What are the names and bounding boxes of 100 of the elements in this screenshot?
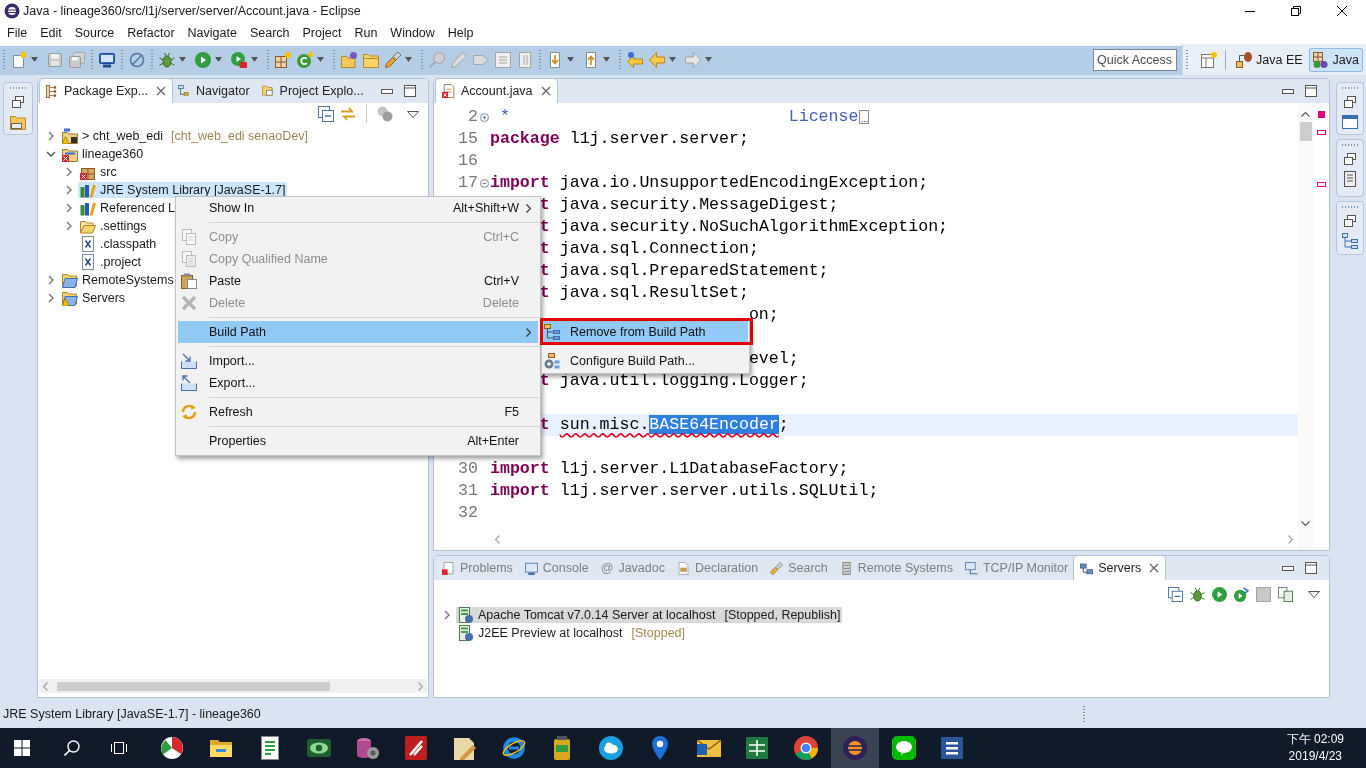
arrow-star-icon[interactable] bbox=[627, 51, 643, 68]
quick-access-field[interactable]: Quick Access bbox=[1093, 48, 1177, 71]
bug-icon[interactable] bbox=[1190, 586, 1205, 602]
brush-icon[interactable] bbox=[385, 51, 401, 68]
stop-icon[interactable] bbox=[1256, 586, 1271, 602]
tree-item[interactable]: Servers bbox=[60, 290, 128, 306]
open-folder-icon[interactable] bbox=[341, 51, 357, 68]
dropdown-caret-icon[interactable] bbox=[317, 57, 324, 62]
save-icon[interactable] bbox=[47, 51, 63, 68]
search-icon[interactable] bbox=[64, 740, 80, 756]
chevron-right-icon[interactable] bbox=[47, 293, 54, 303]
minimize-view-icon[interactable] bbox=[1282, 565, 1294, 571]
perspective-button[interactable]: Java bbox=[1308, 47, 1363, 72]
play-icon[interactable] bbox=[1212, 586, 1227, 602]
clock-time[interactable]: 下午 02:09 bbox=[1286, 731, 1344, 748]
dropdown-caret-icon[interactable] bbox=[705, 57, 712, 62]
outline-tree-icon[interactable] bbox=[1341, 233, 1358, 249]
chevron-right-icon[interactable] bbox=[47, 131, 54, 141]
fold-collapse-icon[interactable] bbox=[479, 178, 489, 188]
chevron-right-icon[interactable] bbox=[47, 275, 54, 285]
window-icon[interactable] bbox=[1341, 114, 1358, 130]
maximize-view-icon[interactable] bbox=[1305, 85, 1317, 97]
menu-item[interactable]: Navigate bbox=[181, 26, 244, 40]
chevron-right-icon[interactable] bbox=[444, 610, 450, 620]
perspective-button[interactable]: Java EE bbox=[1232, 47, 1307, 72]
minimize-view-icon[interactable] bbox=[381, 88, 393, 94]
new-file-icon[interactable] bbox=[11, 51, 27, 68]
error-marker-icon[interactable] bbox=[1317, 111, 1325, 118]
collapse-all-icon[interactable] bbox=[1168, 586, 1183, 602]
tree-item[interactable]: .settings bbox=[78, 218, 149, 234]
chevron-right-icon[interactable] bbox=[65, 203, 72, 213]
chevron-down-icon[interactable] bbox=[45, 151, 56, 157]
restore-view-icon[interactable] bbox=[1343, 96, 1356, 108]
tree-item[interactable]: Referenced L bbox=[78, 200, 178, 216]
tree-item[interactable]: JRE System Library [JavaSE-1.7] bbox=[78, 182, 288, 198]
task-view-icon[interactable] bbox=[111, 740, 127, 756]
dropdown-caret-icon[interactable] bbox=[31, 57, 38, 62]
editor-tab[interactable]: Account.java bbox=[436, 79, 557, 103]
dropdown-caret-icon[interactable] bbox=[567, 57, 574, 62]
server-item[interactable]: J2EE Preview at localhost [Stopped] bbox=[456, 625, 688, 641]
dropdown-caret-icon[interactable] bbox=[603, 57, 610, 62]
maximize-view-icon[interactable] bbox=[404, 85, 416, 97]
menu-item[interactable]: Refresh F5 bbox=[178, 401, 538, 423]
restore-view-icon[interactable] bbox=[1343, 153, 1356, 165]
view-tab[interactable]: Project Explo... bbox=[255, 79, 370, 103]
save-all-icon[interactable] bbox=[69, 51, 85, 68]
scrollbar-thumb[interactable] bbox=[1299, 122, 1312, 141]
dropdown-caret-icon[interactable] bbox=[669, 57, 676, 62]
scroll-right-icon[interactable] bbox=[1288, 535, 1293, 544]
chevron-right-icon[interactable] bbox=[65, 185, 72, 195]
crossed-circle-icon[interactable] bbox=[129, 51, 145, 68]
annotation-marker-icon[interactable] bbox=[1316, 182, 1326, 187]
dropdown-caret-icon[interactable] bbox=[179, 57, 186, 62]
menu-item[interactable]: Help bbox=[441, 26, 481, 40]
tree-item[interactable]: .classpath bbox=[78, 236, 159, 252]
menu-item[interactable]: Properties Alt+Enter bbox=[178, 430, 538, 452]
menu-item[interactable]: Show In Alt+Shift+W bbox=[178, 197, 538, 219]
restore-view-icon[interactable] bbox=[1343, 215, 1356, 227]
tree-item[interactable]: src bbox=[78, 164, 119, 180]
menu-item[interactable]: File bbox=[0, 26, 34, 40]
menu-item[interactable]: Search bbox=[243, 26, 296, 40]
view-tab[interactable]: Servers bbox=[1074, 556, 1166, 580]
restore-icon[interactable] bbox=[1291, 6, 1301, 16]
dropdown-caret-icon[interactable] bbox=[405, 57, 412, 62]
filter-circles-icon[interactable] bbox=[377, 106, 393, 122]
view-menu-icon[interactable] bbox=[1308, 590, 1320, 598]
clock-date[interactable]: 2019/4/23 bbox=[1288, 748, 1342, 765]
maximize-view-icon[interactable] bbox=[1305, 562, 1317, 574]
chevron-right-icon[interactable] bbox=[65, 221, 72, 231]
view-tab[interactable]: Navigator bbox=[172, 79, 256, 103]
scroll-left-icon[interactable] bbox=[495, 535, 500, 544]
collapse-all-icon[interactable] bbox=[318, 106, 334, 122]
play-badge-icon[interactable] bbox=[1234, 586, 1249, 602]
tree-item[interactable]: lineage360 bbox=[60, 146, 146, 162]
circle-arc-icon[interactable] bbox=[297, 51, 313, 68]
server-item[interactable]: Apache Tomcat v7.0.14 Server at localhost [Stopped, Republish] bbox=[456, 607, 843, 623]
monitor-icon[interactable] bbox=[99, 51, 115, 68]
menu-item[interactable]: Configure Build Path... bbox=[543, 350, 748, 372]
menu-item[interactable]: Run bbox=[347, 26, 384, 40]
folded-text-marker-icon[interactable] bbox=[859, 110, 870, 124]
menu-item[interactable]: Window bbox=[383, 26, 442, 40]
menu-item[interactable]: Export... bbox=[178, 372, 538, 394]
link-arrows-icon[interactable] bbox=[340, 106, 356, 122]
menu-item[interactable]: Refactor bbox=[120, 26, 182, 40]
scrollbar-thumb[interactable] bbox=[57, 681, 330, 691]
close-icon[interactable] bbox=[1337, 6, 1347, 16]
play-icon[interactable] bbox=[195, 51, 211, 68]
menu-item[interactable]: Build Path bbox=[178, 321, 538, 343]
menu-item[interactable]: Import... bbox=[178, 350, 538, 372]
tree-item[interactable]: RemoteSystems bbox=[60, 272, 176, 288]
bug-icon[interactable] bbox=[159, 51, 175, 68]
annotation-marker-icon[interactable] bbox=[1316, 130, 1326, 135]
document-lines-icon[interactable] bbox=[1341, 171, 1358, 187]
menu-item[interactable]: Project bbox=[296, 26, 348, 40]
view-tab[interactable]: Package Exp... bbox=[40, 79, 173, 103]
dropdown-caret-icon[interactable] bbox=[251, 57, 258, 62]
minimize-view-icon[interactable] bbox=[1282, 88, 1294, 94]
menu-item[interactable]: Paste Ctrl+V bbox=[178, 270, 538, 292]
grid-star-icon[interactable] bbox=[275, 51, 291, 68]
restore-view-icon[interactable] bbox=[12, 96, 24, 108]
